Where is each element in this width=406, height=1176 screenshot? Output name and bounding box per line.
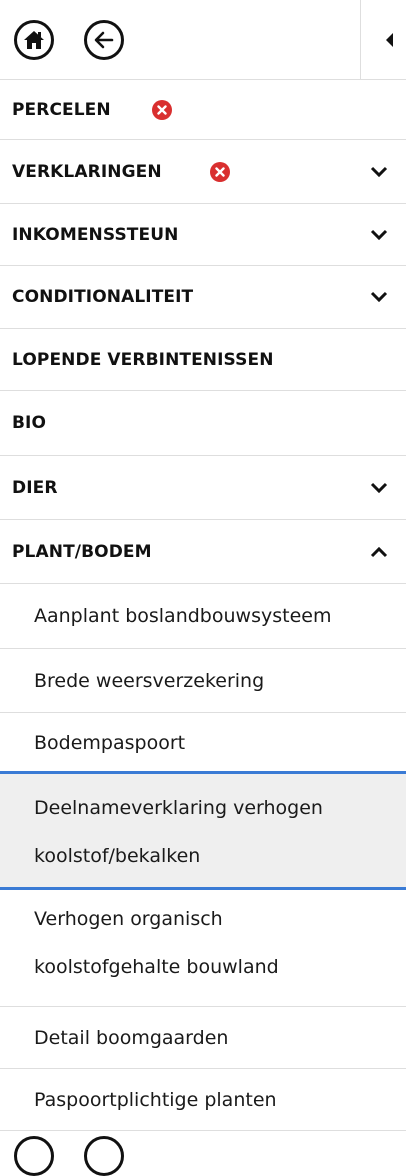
submenu-item-label: Paspoortplichtige planten (34, 1088, 277, 1111)
home-button-bottom[interactable] (14, 1136, 54, 1176)
submenu-item-brede-weersverzekering[interactable]: Brede weersverzekering (0, 649, 406, 713)
chevron-down-icon[interactable] (370, 482, 388, 494)
menu-item-conditionaliteit[interactable]: CONDITIONALITEIT (0, 266, 406, 329)
submenu-item-label: Brede weersverzekering (34, 669, 265, 692)
back-button-bottom[interactable] (84, 1136, 124, 1176)
menu-item-label: VERKLARINGEN (12, 161, 162, 182)
submenu-item-label: Detail boomgaarden (34, 1026, 229, 1049)
chevron-up-icon[interactable] (370, 546, 388, 558)
menu-item-label: INKOMENSSTEUN (12, 224, 179, 245)
menu-item-lopende-verbintenissen[interactable]: LOPENDE VERBINTENISSEN (0, 329, 406, 391)
home-icon (24, 31, 44, 49)
menu-item-plant-bodem[interactable]: PLANT/BODEM (0, 520, 406, 584)
toolbar-divider (360, 0, 361, 80)
chevron-down-icon[interactable] (370, 166, 388, 178)
submenu-item-verhogen-organisch[interactable]: Verhogen organisch koolstofgehalte bouwl… (0, 890, 406, 1007)
menu-item-label: CONDITIONALITEIT (12, 287, 194, 307)
submenu-item-label: Bodempaspoort (34, 731, 186, 754)
menu-item-label: BIO (12, 413, 47, 433)
menu-item-label: LOPENDE VERBINTENISSEN (12, 349, 274, 370)
back-button[interactable] (84, 20, 124, 60)
submenu-item-bodempaspoort[interactable]: Bodempaspoort (0, 713, 406, 772)
submenu-item-deelnameverklaring[interactable]: Deelnameverklaring verhogen koolstof/bek… (0, 771, 406, 890)
menu-item-label: PLANT/BODEM (12, 541, 152, 562)
chevron-down-icon[interactable] (370, 291, 388, 303)
menu-item-bio[interactable]: BIO (0, 391, 406, 456)
submenu-item-label-line2: koolstofgehalte bouwland (34, 956, 279, 978)
chevron-down-icon[interactable] (370, 229, 388, 241)
menu-item-label: PERCELEN (12, 99, 111, 120)
home-button[interactable] (14, 20, 54, 60)
menu-item-label: DIER (12, 477, 58, 498)
menu-item-percelen[interactable]: PERCELEN (0, 80, 406, 140)
submenu-item-label-line1: Deelnameverklaring verhogen (34, 797, 323, 819)
bottom-toolbar (0, 1131, 406, 1176)
submenu-item-label-line1: Verhogen organisch (34, 908, 223, 930)
top-toolbar (0, 0, 406, 80)
submenu-item-paspoortplichtige-planten[interactable]: Paspoortplichtige planten (0, 1069, 406, 1131)
menu-item-verklaringen[interactable]: VERKLARINGEN (0, 140, 406, 204)
arrow-left-icon (94, 31, 114, 49)
error-icon (152, 99, 172, 120)
submenu-item-aanplant[interactable]: Aanplant boslandbouwsysteem (0, 584, 406, 649)
submenu-item-label-line2: koolstof/bekalken (34, 845, 201, 867)
submenu-item-label: Aanplant boslandbouwsysteem (34, 605, 332, 627)
menu-item-inkomenssteun[interactable]: INKOMENSSTEUN (0, 204, 406, 266)
submenu-item-detail-boomgaarden[interactable]: Detail boomgaarden (0, 1007, 406, 1069)
caret-left-icon[interactable] (386, 33, 393, 47)
menu-item-dier[interactable]: DIER (0, 456, 406, 520)
error-icon (210, 161, 230, 182)
